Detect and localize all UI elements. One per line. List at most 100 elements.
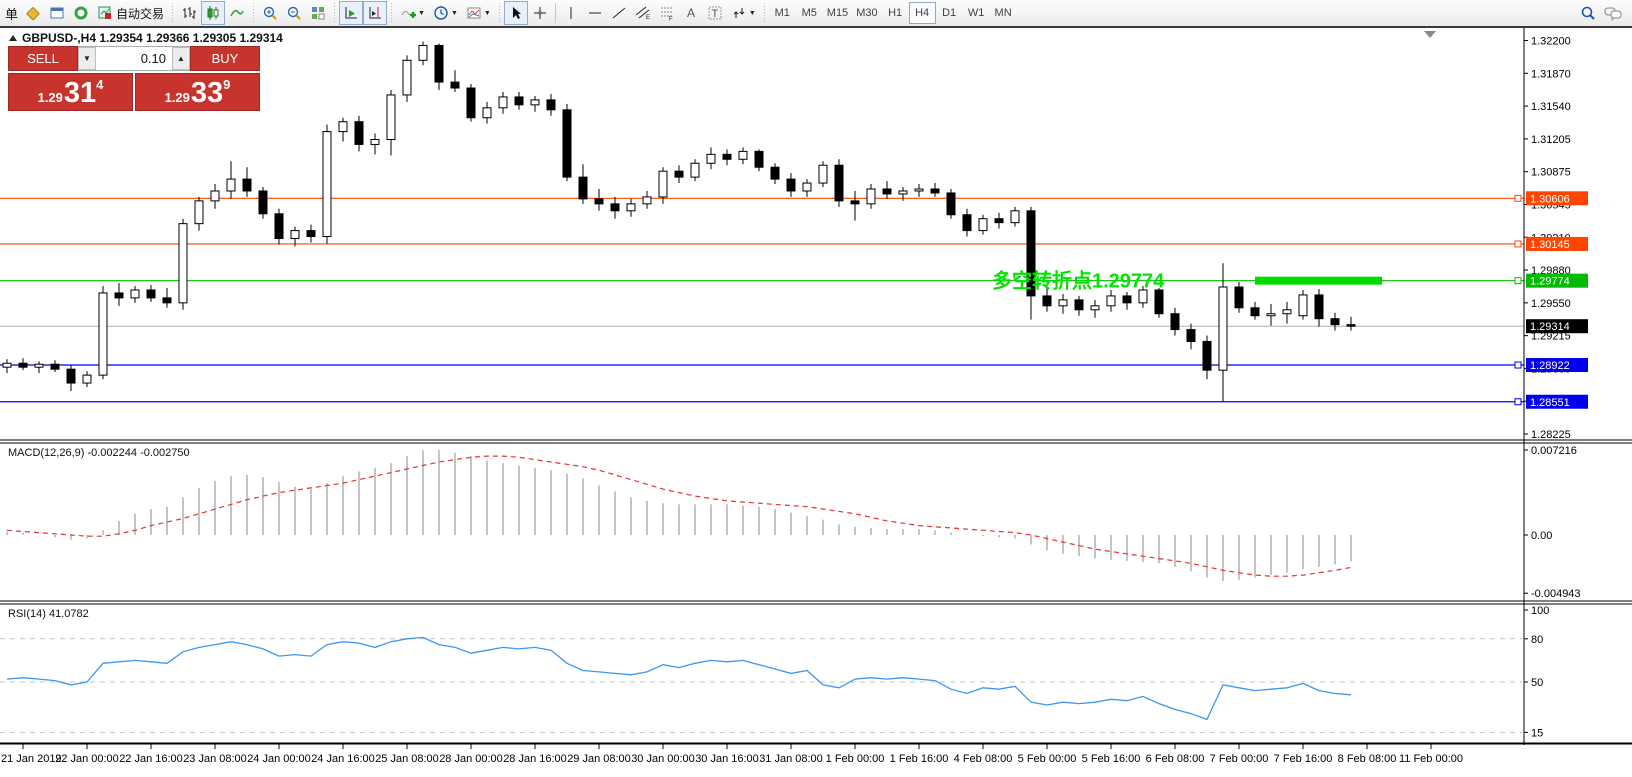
toolbar-grip[interactable] — [170, 3, 175, 23]
rsi-tick-label: 100 — [1531, 605, 1549, 617]
timeframe-bar: M1M5M15M30H1H4D1W1MN — [769, 2, 1017, 24]
toolbar-grip[interactable] — [332, 3, 337, 23]
time-tick-label: 29 Jan 08:00 — [567, 753, 631, 765]
toolbar-grip[interactable] — [497, 3, 502, 23]
periods-button[interactable]: ▼ — [429, 1, 462, 25]
zoom-in-icon — [262, 5, 278, 21]
gold-tag-button[interactable] — [21, 1, 45, 25]
equidistant-channel-icon: E — [635, 5, 651, 21]
zoom-in-button[interactable] — [258, 1, 282, 25]
line-handle[interactable] — [1515, 195, 1521, 201]
market-watch-button[interactable] — [69, 1, 93, 25]
svg-text:A: A — [687, 6, 695, 20]
chat-button[interactable] — [1600, 1, 1626, 25]
cursor-icon — [508, 5, 524, 21]
new-window-button[interactable] — [45, 1, 69, 25]
line-handle[interactable] — [1515, 241, 1521, 247]
price-tick-label: 1.28225 — [1531, 429, 1571, 441]
chart-svg[interactable]: 多空转折点1.29774GBPUSD-,H4 1.29354 1.29366 1… — [0, 0, 1632, 772]
sell-price-sup: 4 — [96, 77, 103, 92]
toolbar-grip[interactable] — [762, 3, 767, 23]
buy-price-sup: 9 — [223, 77, 230, 92]
time-tick-label: 8 Feb 08:00 — [1338, 753, 1397, 765]
price-tick-label: 1.30875 — [1531, 167, 1571, 179]
timeframe-button-H1[interactable]: H1 — [882, 2, 909, 24]
line-handle[interactable] — [1515, 278, 1521, 284]
templates-button[interactable]: ▼ — [462, 1, 495, 25]
template-icon — [466, 5, 482, 21]
vertical-line-tool-button[interactable] — [559, 1, 583, 25]
timeframe-button-D1[interactable]: D1 — [936, 2, 963, 24]
toolbar-grip[interactable] — [389, 3, 394, 23]
volume-input[interactable] — [96, 47, 172, 70]
time-tick-label: 7 Feb 00:00 — [1210, 753, 1269, 765]
rsi-tick-label: 50 — [1531, 677, 1543, 689]
new-order-label[interactable]: 单 — [2, 4, 21, 23]
time-tick-label: 22 Jan 00:00 — [55, 753, 119, 765]
time-tick-label: 28 Jan 00:00 — [439, 753, 503, 765]
chart-area[interactable]: 多空转折点1.29774GBPUSD-,H4 1.29354 1.29366 1… — [0, 0, 1632, 777]
macd-label: MACD(12,26,9) -0.002244 -0.002750 — [8, 447, 190, 459]
fibonacci-icon: F — [659, 5, 675, 21]
time-tick-label: 22 Jan 16:00 — [119, 753, 183, 765]
bar-chart-mode-button[interactable] — [177, 1, 201, 25]
indicators-icon — [400, 5, 416, 21]
line-price-label: 1.30145 — [1530, 239, 1570, 251]
auto-scroll-button[interactable] — [339, 1, 363, 25]
sell-button[interactable]: SELL — [8, 46, 78, 71]
timeframe-button-H4[interactable]: H4 — [909, 2, 936, 24]
indicators-button[interactable]: ▼ — [396, 1, 429, 25]
timeframe-button-W1[interactable]: W1 — [963, 2, 990, 24]
timeframe-button-M30[interactable]: M30 — [852, 2, 881, 24]
timeframe-button-M15[interactable]: M15 — [823, 2, 852, 24]
line-price-label: 1.30606 — [1530, 193, 1570, 205]
time-tick-label: 1 Feb 16:00 — [890, 753, 949, 765]
gold-tag-icon — [25, 5, 41, 21]
line-handle[interactable] — [1515, 362, 1521, 368]
cursor-tool-button[interactable] — [504, 1, 528, 25]
timeframe-button-M5[interactable]: M5 — [796, 2, 823, 24]
text-tool-button[interactable]: A — [679, 1, 703, 25]
sell-price-big: 31 — [64, 81, 96, 106]
tile-windows-icon — [310, 5, 326, 21]
timeframe-button-MN[interactable]: MN — [990, 2, 1017, 24]
volume-increase-button[interactable]: ▲ — [172, 47, 190, 70]
sell-price-prefix: 1.29 — [38, 90, 63, 105]
candlestick-icon — [205, 5, 221, 21]
channel-tool-button[interactable]: E — [631, 1, 655, 25]
text-label-tool-button[interactable]: T — [703, 1, 727, 25]
line-handle[interactable] — [1515, 399, 1521, 405]
trend-segment[interactable] — [1255, 277, 1382, 285]
buy-button[interactable]: BUY — [190, 46, 260, 71]
tile-windows-button[interactable] — [306, 1, 330, 25]
arrows-tool-button[interactable]: ▼ — [727, 1, 760, 25]
buy-price-box[interactable]: 1.29 33 9 — [135, 73, 260, 111]
crosshair-tool-button[interactable] — [528, 1, 552, 25]
rsi-label: RSI(14) 41.0782 — [8, 608, 89, 620]
search-button[interactable] — [1576, 1, 1600, 25]
volume-decrease-button[interactable]: ▼ — [78, 47, 96, 70]
fibonacci-tool-button[interactable]: F — [655, 1, 679, 25]
autotrading-button[interactable]: 自动交易 — [93, 1, 168, 25]
line-chart-mode-button[interactable] — [225, 1, 249, 25]
trendline-icon — [611, 5, 627, 21]
line-chart-icon — [229, 5, 245, 21]
toolbar-separator — [555, 3, 556, 23]
toolbar-grip[interactable] — [251, 3, 256, 23]
price-tick-label: 1.31205 — [1531, 134, 1571, 146]
trendline-tool-button[interactable] — [607, 1, 631, 25]
text-a-icon: A — [683, 5, 699, 21]
timeframe-button-M1[interactable]: M1 — [769, 2, 796, 24]
price-tick-label: 1.29550 — [1531, 298, 1571, 310]
chart-shift-button[interactable] — [363, 1, 387, 25]
time-tick-label: 24 Jan 16:00 — [311, 753, 375, 765]
horizontal-line-tool-button[interactable] — [583, 1, 607, 25]
time-tick-label: 4 Feb 08:00 — [954, 753, 1013, 765]
candlestick-mode-button[interactable] — [201, 1, 225, 25]
ohlc-bars-icon — [181, 5, 197, 21]
sell-price-box[interactable]: 1.29 31 4 — [8, 73, 133, 111]
main-toolbar: 单 自动交易 ▼ ▼ — [0, 0, 1632, 28]
zoom-out-button[interactable] — [282, 1, 306, 25]
autotrading-icon — [97, 5, 113, 21]
time-tick-label: 23 Jan 08:00 — [183, 753, 247, 765]
